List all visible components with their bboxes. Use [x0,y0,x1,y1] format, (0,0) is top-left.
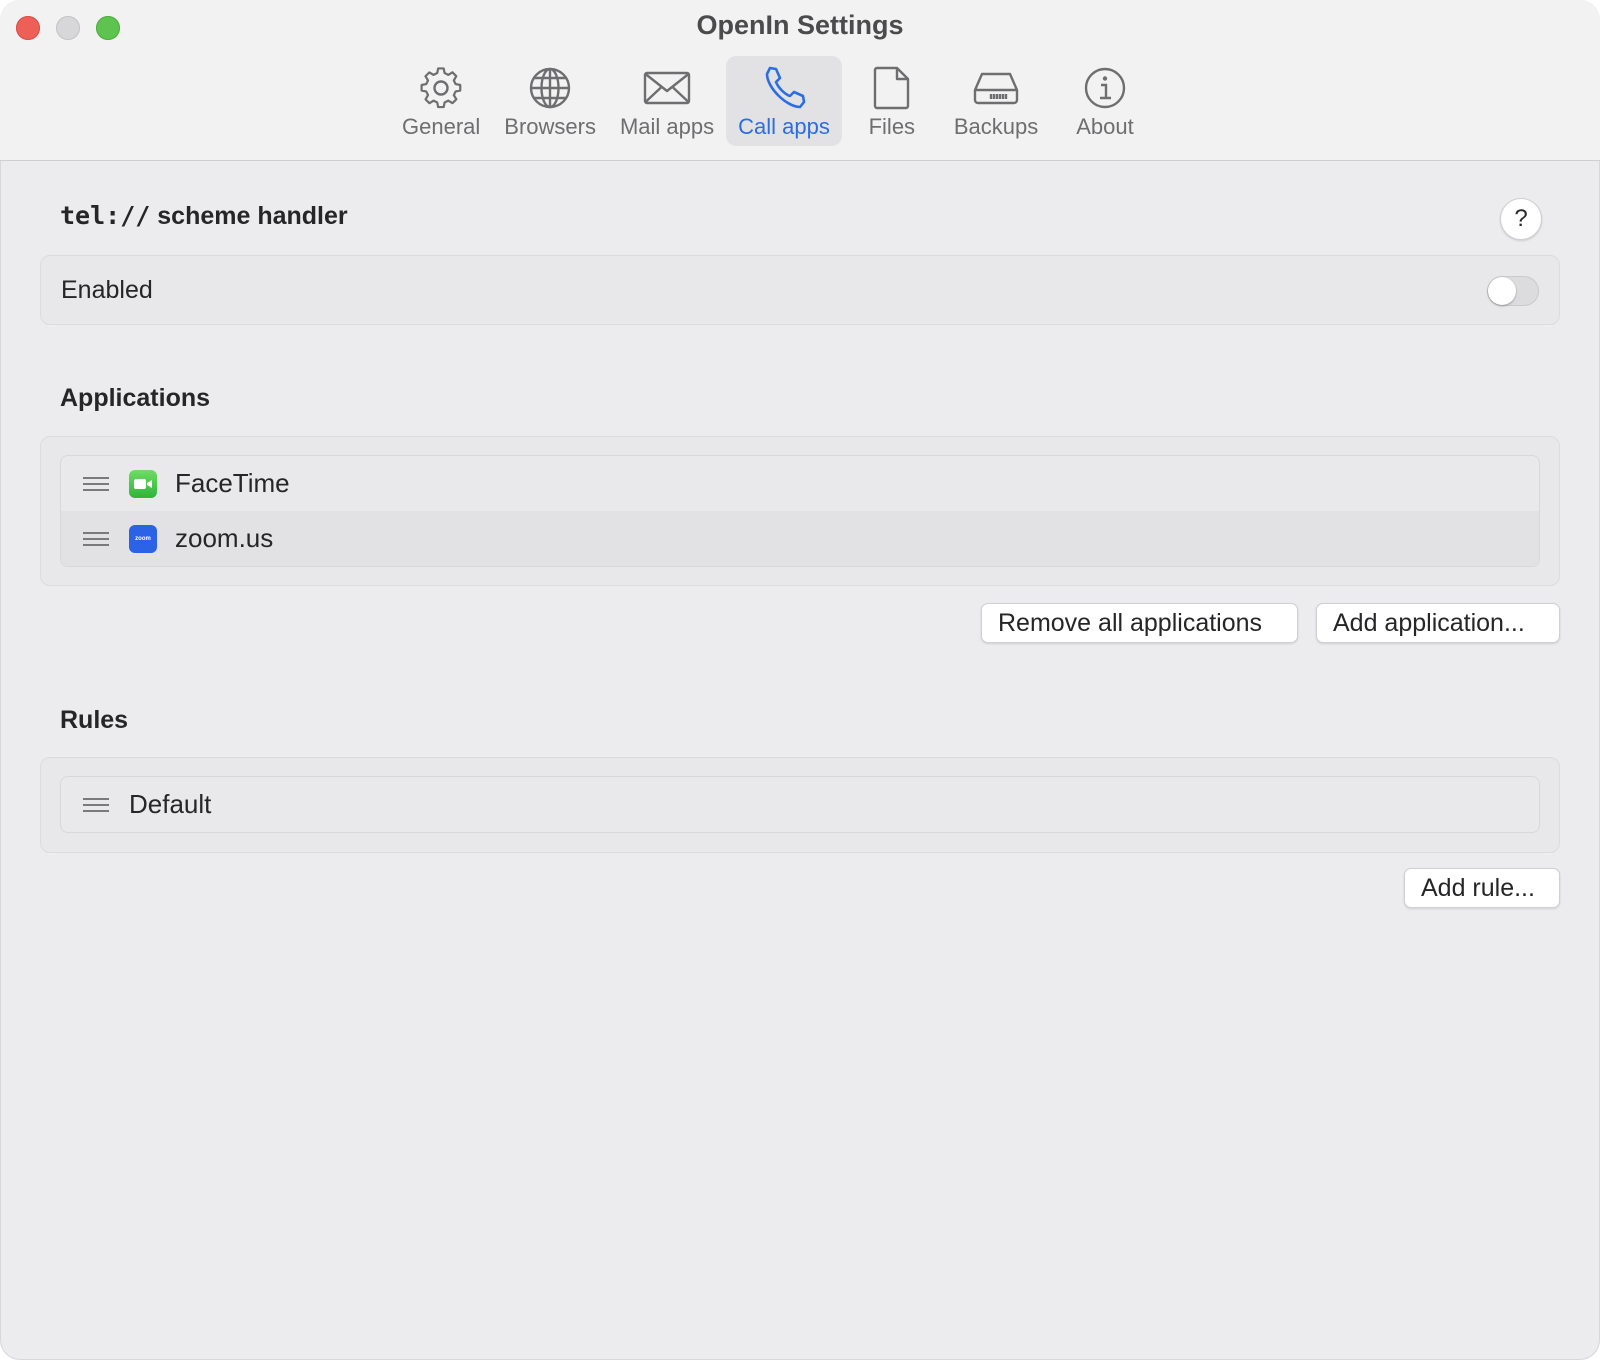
zoom-icon: zoom [129,524,157,553]
tab-backups[interactable]: Backups [942,56,1050,146]
tab-about-label: About [1076,114,1134,139]
tab-browsers-label: Browsers [504,114,596,139]
globe-icon [529,67,571,109]
tab-general-label: General [402,114,481,139]
rule-name: Default [129,789,212,819]
drive-icon [973,72,1019,105]
tab-call-apps-label: Call apps [738,114,830,139]
tab-files-label: Files [868,114,916,139]
add-application-button[interactable]: Add application... [1316,603,1560,643]
list-item[interactable]: zoom zoom.us [61,511,1539,566]
tab-general[interactable]: General [390,56,492,146]
remove-all-applications-button[interactable]: Remove all applications [981,603,1298,643]
facetime-icon [129,469,157,498]
enabled-toggle[interactable] [1487,276,1539,306]
tab-mail-apps-label: Mail apps [619,114,715,139]
applications-list: FaceTime zoom zoom.us [60,455,1540,567]
tab-browsers[interactable]: Browsers [492,56,608,146]
help-button[interactable]: ? [1500,198,1542,240]
tab-files[interactable]: Files [842,56,942,146]
tab-mail-apps[interactable]: Mail apps [608,56,726,146]
scheme-name: tel:// [60,201,151,230]
drag-handle-icon[interactable] [83,476,109,491]
enabled-group: Enabled [40,255,1560,325]
zoom-icon-text: zoom [135,535,151,542]
window-title: OpenIn Settings [696,10,904,40]
settings-tabs: General Browsers Mail apps Call apps Fil… [390,56,1160,146]
phone-icon [765,66,806,109]
rules-title: Rules [60,706,129,734]
toggle-knob [1488,277,1516,305]
tab-backups-label: Backups [953,114,1039,139]
handler-title-suffix: scheme handler [150,202,348,230]
rules-list: Default [60,776,1540,833]
enabled-label: Enabled [61,276,153,304]
document-icon [873,66,910,110]
handler-title: tel:// scheme handler [60,201,348,231]
app-name: FaceTime [175,468,290,498]
settings-window: OpenIn Settings General Browsers Mail ap… [0,0,1600,1360]
envelope-icon [643,71,691,105]
applications-title: Applications [60,384,211,412]
app-name: zoom.us [175,523,274,553]
tab-about[interactable]: About [1050,56,1160,146]
add-rule-button[interactable]: Add rule... [1404,868,1560,908]
drag-handle-icon[interactable] [83,797,109,812]
call-apps-pane: tel:// scheme handler ? Enabled Applicat… [0,161,1600,1360]
tab-call-apps[interactable]: Call apps [726,56,842,146]
info-icon [1084,67,1126,109]
toolbar: OpenIn Settings General Browsers Mail ap… [0,0,1600,161]
gear-icon [420,67,462,109]
list-item[interactable]: Default [61,777,1539,832]
list-item[interactable]: FaceTime [61,456,1539,511]
drag-handle-icon[interactable] [83,531,109,546]
applications-group: FaceTime zoom zoom.us [40,436,1560,586]
rules-group: Default [40,757,1560,853]
